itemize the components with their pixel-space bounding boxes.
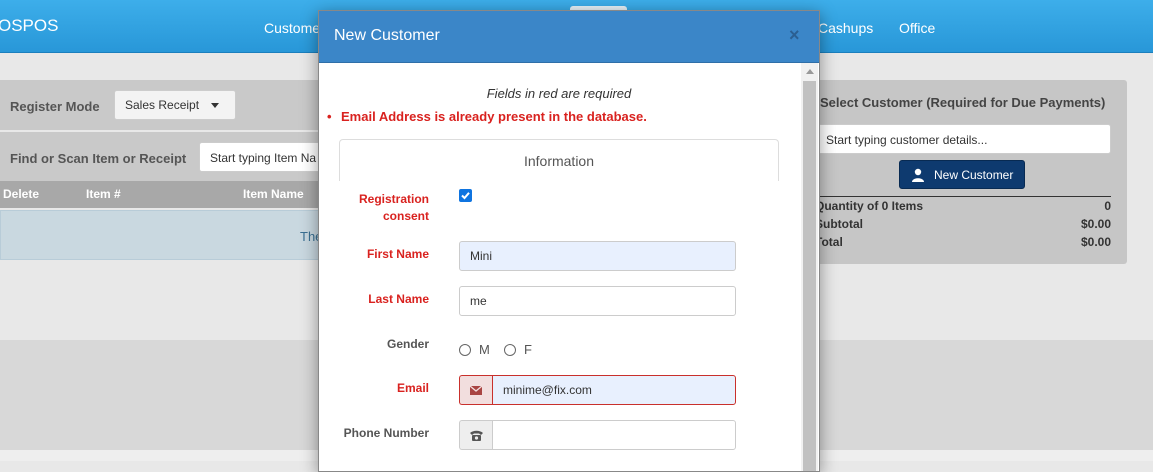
modal-scrollbar[interactable]: [801, 63, 818, 471]
totals-block: Quantity of 0 Items 0 Subtotal $0.00 Total…: [815, 196, 1111, 253]
gender-m-label: M: [479, 342, 490, 357]
totals-row-subtotal: Subtotal $0.00: [815, 217, 1111, 235]
phone-label: Phone Number: [343, 426, 429, 440]
consent-label: Registration consent: [358, 192, 429, 223]
nav-item-cashups[interactable]: Cashups: [818, 20, 873, 36]
caret-down-icon: [211, 103, 220, 109]
gender-radio-f[interactable]: [504, 344, 516, 356]
quantity-value: 0: [1104, 199, 1111, 213]
register-table-header: Delete Item # Item Name: [0, 181, 330, 208]
bullet-icon: •: [327, 109, 332, 124]
nav-item-customers[interactable]: Custome: [264, 20, 320, 36]
first-name-input[interactable]: Mini: [459, 241, 736, 271]
tab-information[interactable]: Information: [339, 139, 779, 181]
phone-addon: [459, 420, 493, 450]
quantity-label: Quantity of 0 Items: [815, 199, 924, 213]
column-delete: Delete: [3, 187, 40, 201]
phone-input[interactable]: [492, 420, 736, 450]
totals-row-total: Total $0.00: [815, 235, 1111, 253]
gender-f-label: F: [524, 342, 532, 357]
column-item-name: Item Name: [243, 187, 304, 201]
last-name-label: Last Name: [368, 292, 429, 306]
email-addon: [459, 375, 493, 405]
subtotal-label: Subtotal: [815, 217, 863, 231]
email-label: Email: [396, 381, 429, 395]
totals-row-quantity: Quantity of 0 Items 0: [815, 199, 1111, 217]
register-mode-label: Register Mode: [10, 99, 100, 114]
first-name-label: First Name: [366, 247, 429, 261]
customer-panel: Select Customer (Required for Due Paymen…: [805, 80, 1127, 264]
cart-empty-message: The: [0, 210, 330, 260]
nav-item-office[interactable]: Office: [899, 20, 935, 36]
total-value: $0.00: [1080, 235, 1111, 249]
gender-radio-m[interactable]: [459, 344, 471, 356]
find-item-input[interactable]: Start typing Item Na: [199, 142, 329, 172]
register-mode-dropdown[interactable]: Sales Receipt: [114, 90, 236, 120]
required-fields-note: Fields in red are required: [486, 86, 632, 101]
column-item-number: Item #: [86, 187, 121, 201]
consent-checkbox[interactable]: [459, 189, 472, 202]
phone-icon: [470, 430, 483, 441]
email-input[interactable]: minime@fix.com: [492, 375, 736, 405]
brand-logo[interactable]: OSPOS: [0, 16, 58, 36]
envelope-icon: [470, 386, 482, 395]
gender-label: Gender: [386, 337, 429, 351]
scroll-up-icon[interactable]: [806, 69, 814, 74]
modal-title: New Customer: [334, 27, 440, 44]
close-icon[interactable]: ×: [789, 25, 800, 46]
checkmark-icon: [461, 192, 470, 200]
subtotal-value: $0.00: [1080, 217, 1111, 231]
new-customer-button-label: New Customer: [934, 168, 1014, 182]
error-message-text: Email Address is already present in the …: [341, 109, 647, 124]
customer-search-input[interactable]: Start typing customer details...: [815, 124, 1111, 154]
register-mode-value: Sales Receipt: [125, 98, 200, 112]
select-customer-title: Select Customer (Required for Due Paymen…: [820, 95, 1106, 110]
new-customer-modal: New Customer × Fields in red are require…: [318, 10, 820, 472]
new-customer-button[interactable]: New Customer: [899, 160, 1025, 189]
last-name-input[interactable]: me: [459, 286, 736, 316]
scrollbar-thumb[interactable]: [803, 81, 816, 471]
user-icon: [912, 168, 924, 182]
find-item-label: Find or Scan Item or Receipt: [10, 151, 187, 166]
error-message: • Email Address is already present in th…: [327, 109, 647, 124]
modal-header: New Customer ×: [319, 11, 819, 63]
